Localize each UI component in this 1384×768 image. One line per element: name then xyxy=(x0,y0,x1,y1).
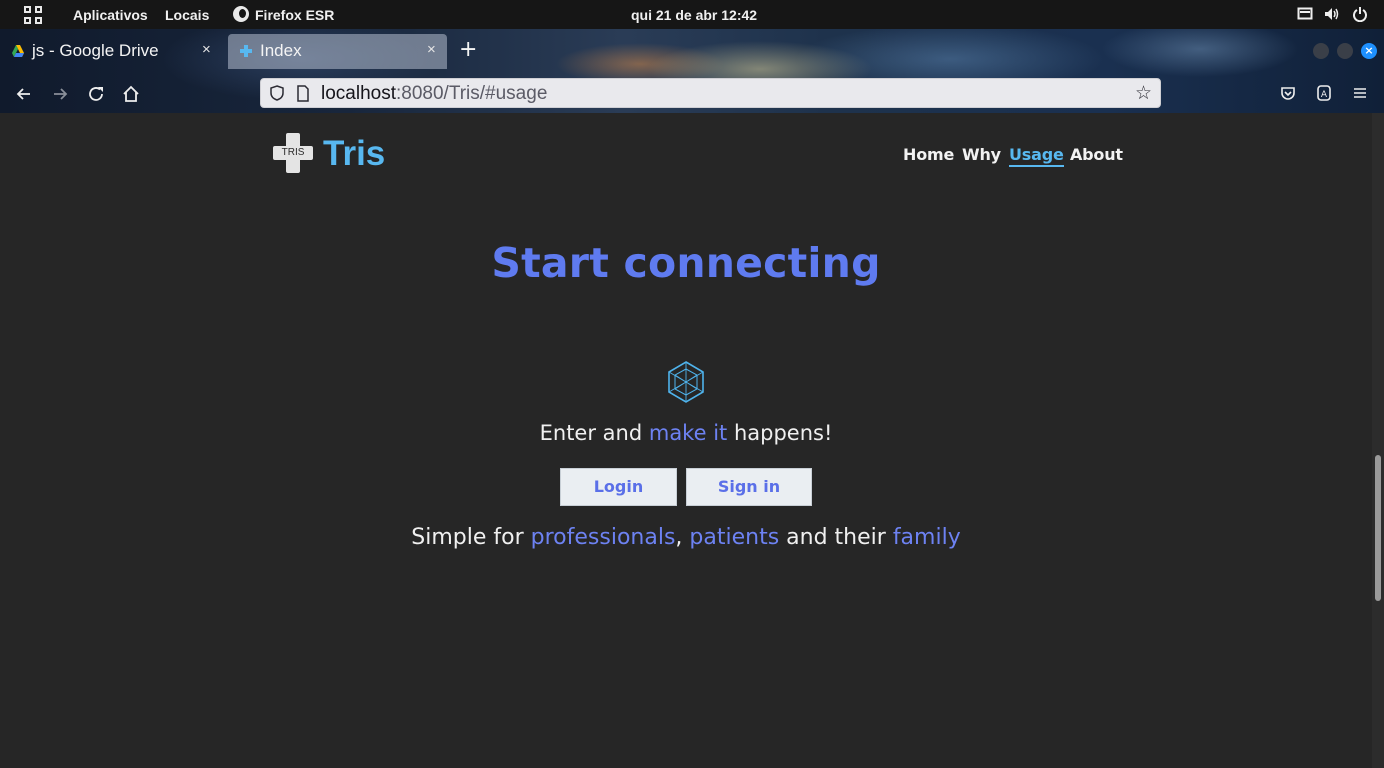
active-app-menu[interactable]: Firefox ESR xyxy=(255,7,334,23)
nav-usage[interactable]: Usage xyxy=(1009,145,1064,167)
clock[interactable]: qui 21 de abr 12:42 xyxy=(631,7,757,23)
tab-close-button[interactable]: × xyxy=(427,41,436,58)
subline-middle: and their xyxy=(779,525,893,550)
tagline-accent: make it xyxy=(648,421,728,445)
system-top-bar: Aplicativos Locais Firefox ESR qui 21 de… xyxy=(0,0,1384,29)
tab-title: js - Google Drive xyxy=(32,41,159,60)
screen-icon[interactable] xyxy=(1297,6,1313,22)
nav-about[interactable]: About xyxy=(1070,145,1123,164)
app-grid-icon[interactable] xyxy=(24,6,42,24)
nav-why[interactable]: Why xyxy=(962,145,1001,164)
reload-icon[interactable] xyxy=(85,83,107,105)
page-scrollbar[interactable] xyxy=(1372,113,1384,768)
svg-text:A: A xyxy=(1321,90,1328,100)
minimize-window-button[interactable] xyxy=(1313,43,1329,59)
subline-prefix: Simple for xyxy=(411,525,531,550)
nav-home[interactable]: Home xyxy=(903,145,954,164)
url-text[interactable]: localhost:8080/Tris/#usage xyxy=(321,83,547,105)
hamburger-menu-icon[interactable] xyxy=(1352,85,1368,101)
subline-family: family xyxy=(892,525,961,550)
subline-separator: , xyxy=(675,525,690,550)
tris-logo-icon[interactable]: TRIS xyxy=(273,133,313,173)
home-icon[interactable] xyxy=(120,83,142,105)
forward-arrow-icon[interactable] xyxy=(49,83,71,105)
extension-icon[interactable]: A xyxy=(1316,85,1332,101)
section-headline: Start connecting xyxy=(491,239,881,287)
tagline-prefix: Enter and xyxy=(539,421,649,445)
shield-icon[interactable] xyxy=(269,85,285,101)
tagline-suffix: happens! xyxy=(727,421,833,445)
google-drive-icon xyxy=(12,45,24,57)
network-hexagon-icon xyxy=(668,361,704,403)
login-button[interactable]: Login xyxy=(560,468,677,506)
tris-favicon-icon xyxy=(240,45,252,57)
applications-menu[interactable]: Aplicativos xyxy=(73,7,148,23)
url-host: localhost xyxy=(321,83,396,104)
site-logo-name[interactable]: Tris xyxy=(323,134,385,174)
subline-patients: patients xyxy=(689,525,780,550)
tab-title: Index xyxy=(260,41,302,60)
address-bar[interactable]: localhost:8080/Tris/#usage ☆ xyxy=(260,78,1161,108)
tab-close-button[interactable]: × xyxy=(202,41,211,58)
url-path: :8080/Tris/#usage xyxy=(396,83,548,104)
audience-subline: Simple for professionals, patients and t… xyxy=(0,525,1372,550)
places-menu[interactable]: Locais xyxy=(165,7,209,23)
page-info-icon[interactable] xyxy=(296,85,310,102)
pocket-icon[interactable] xyxy=(1280,85,1296,101)
bookmark-star-icon[interactable]: ☆ xyxy=(1135,82,1152,105)
power-icon[interactable] xyxy=(1352,6,1368,22)
tab-index[interactable]: Index × xyxy=(228,34,447,69)
back-arrow-icon[interactable] xyxy=(13,83,35,105)
tagline: Enter and make it happens! xyxy=(0,421,1372,445)
logo-mark-text: TRIS xyxy=(281,147,305,158)
volume-icon[interactable] xyxy=(1324,6,1340,22)
subline-professionals: professionals xyxy=(530,525,676,550)
new-tab-button[interactable]: + xyxy=(459,38,477,62)
sign-in-button[interactable]: Sign in xyxy=(686,468,812,506)
firefox-icon xyxy=(233,6,249,22)
close-window-button[interactable]: × xyxy=(1361,43,1377,59)
tab-google-drive[interactable]: js - Google Drive × xyxy=(0,34,224,69)
scrollbar-thumb[interactable] xyxy=(1375,455,1381,601)
maximize-window-button[interactable] xyxy=(1337,43,1353,59)
